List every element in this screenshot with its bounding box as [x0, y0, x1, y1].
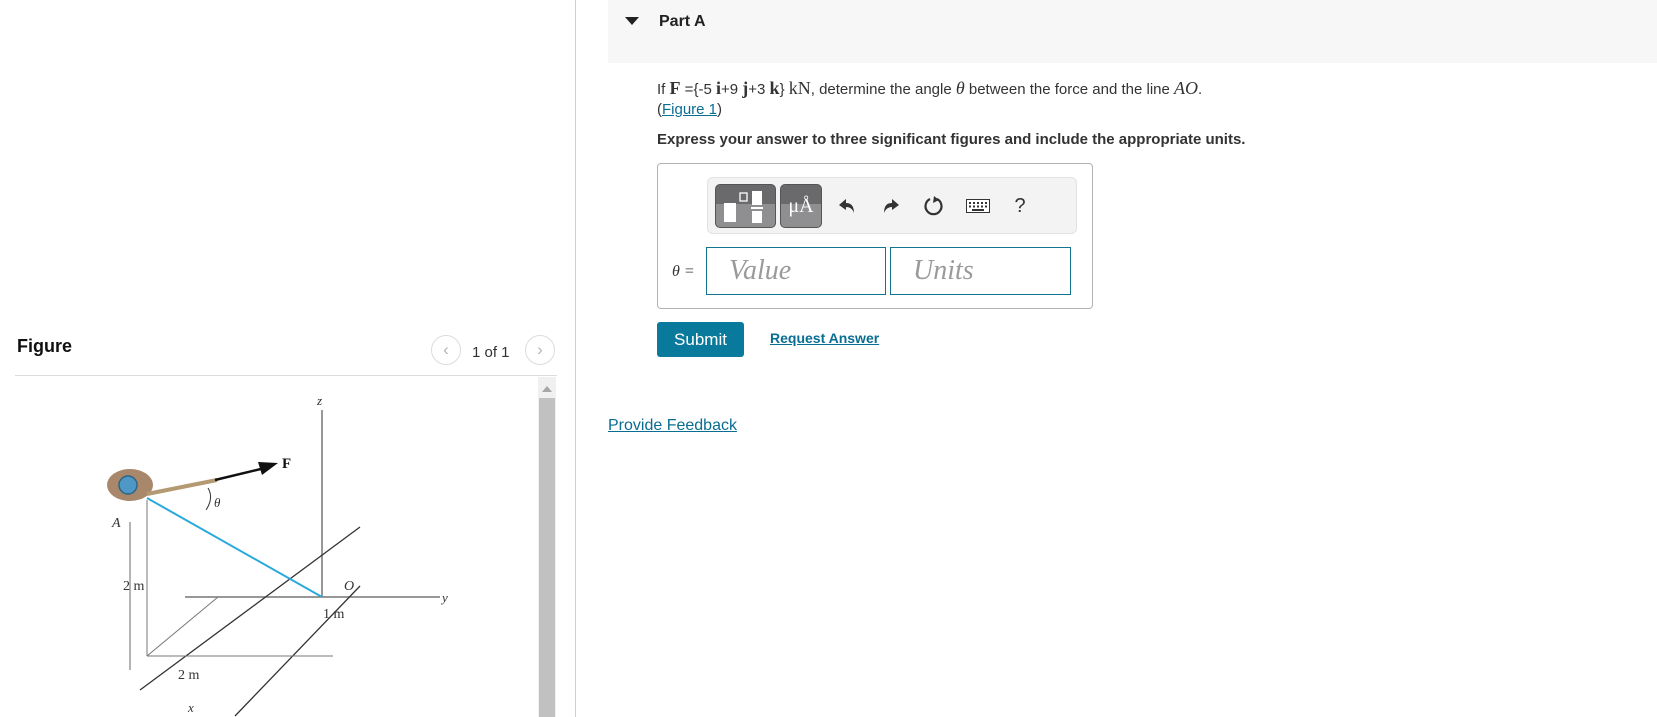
force-label: F — [282, 456, 291, 472]
point-o-label: O — [344, 579, 354, 594]
templates-button[interactable] — [715, 184, 776, 228]
x-axis-label: x — [187, 700, 194, 715]
height-dim-label: 2 m — [123, 579, 145, 594]
help-button[interactable]: ? — [1004, 190, 1036, 222]
units-input[interactable] — [890, 247, 1071, 295]
submit-button[interactable]: Submit — [657, 322, 744, 357]
reset-icon — [924, 196, 943, 216]
angle-label: θ — [214, 495, 221, 510]
pane-divider — [575, 0, 576, 717]
part-title: Part A — [659, 13, 706, 30]
reset-button[interactable] — [918, 190, 950, 222]
value-input[interactable] — [706, 247, 886, 295]
scroll-up-arrow-icon[interactable] — [542, 386, 552, 392]
keyboard-icon — [966, 199, 990, 213]
z-axis-label: z — [316, 393, 322, 408]
chevron-right-icon: › — [537, 340, 543, 359]
collapse-caret-icon[interactable] — [625, 17, 639, 25]
angle-arc — [205, 487, 212, 511]
request-answer-link[interactable]: Request Answer — [770, 330, 879, 346]
anchor-ring — [118, 475, 138, 495]
question-text: If F ={-5 i+9 j+3 k} kN, determine the a… — [657, 78, 1203, 118]
undo-icon — [839, 199, 854, 213]
figure-link[interactable]: Figure 1 — [662, 101, 717, 118]
ground-diagonal — [146, 596, 219, 657]
math-toolbar: μÅ ? — [707, 177, 1077, 234]
undo-button[interactable] — [832, 190, 864, 222]
chevron-left-icon: ‹ — [443, 340, 449, 359]
force-symbol: F — [669, 78, 681, 98]
answer-instructions: Express your answer to three significant… — [657, 131, 1246, 148]
force-arrowhead — [258, 462, 278, 475]
next-figure-button[interactable]: › — [525, 335, 555, 365]
y-dim-label: 1 m — [323, 607, 345, 622]
line-ao — [146, 497, 323, 598]
part-header[interactable] — [608, 0, 1657, 63]
answer-box: μÅ ? θ = — [657, 163, 1093, 309]
prev-figure-button[interactable]: ‹ — [431, 335, 461, 365]
units-button[interactable]: μÅ — [780, 184, 822, 228]
fraction-template-icon — [724, 191, 763, 223]
figure-panel: Figure ‹ 1 of 1 › z y x F θ A O 2 m 2 m … — [0, 0, 575, 717]
figure-divider — [15, 375, 557, 376]
figure-title: Figure — [17, 336, 73, 356]
figure-scrollbar[interactable] — [538, 377, 556, 717]
redo-icon — [884, 199, 899, 213]
force-arrow — [214, 466, 266, 482]
x-dim-label: 2 m — [178, 668, 200, 683]
figure-pager-text: 1 of 1 — [472, 344, 510, 361]
redo-button[interactable] — [874, 190, 906, 222]
theta-label: θ = — [672, 263, 695, 280]
point-a-label: A — [111, 516, 121, 531]
provide-feedback-link[interactable]: Provide Feedback — [608, 417, 737, 435]
scrollbar-thumb[interactable] — [539, 398, 555, 717]
force-diagram: z y x F θ A O 2 m 2 m 1 m — [107, 393, 448, 717]
y-axis-label: y — [440, 590, 448, 605]
keyboard-button[interactable] — [962, 190, 994, 222]
rope — [146, 478, 218, 496]
